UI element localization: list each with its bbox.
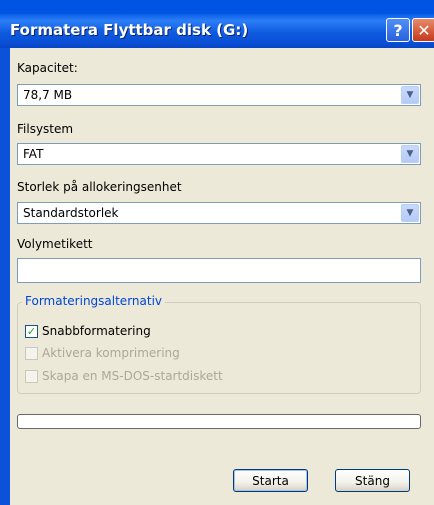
- quick-format-checkbox[interactable]: ✓: [25, 325, 38, 338]
- chevron-down-icon[interactable]: ▼: [401, 145, 419, 163]
- volume-label-input[interactable]: [17, 258, 421, 283]
- chevron-down-icon[interactable]: ▼: [401, 86, 419, 104]
- filesystem-label: Filsystem: [17, 122, 74, 136]
- capacity-value: 78,7 MB: [23, 88, 73, 102]
- capacity-label: Kapacitet:: [17, 61, 78, 75]
- volume-label-label: Volymetikett: [17, 237, 93, 251]
- close-button[interactable]: Stäng: [335, 469, 410, 492]
- window-left-border: [0, 48, 10, 505]
- title-bar[interactable]: Formatera Flyttbar disk (G:) ? ✕: [0, 14, 434, 48]
- filesystem-dropdown[interactable]: FAT ▼: [17, 143, 421, 165]
- enable-compression-checkbox: [25, 347, 38, 360]
- window-title: Formatera Flyttbar disk (G:): [10, 21, 249, 39]
- help-icon: ?: [393, 20, 403, 40]
- filesystem-value: FAT: [23, 147, 44, 161]
- enable-compression-label: Aktivera komprimering: [42, 346, 180, 360]
- chevron-down-icon[interactable]: ▼: [401, 204, 419, 222]
- msdos-startup-disk-checkbox: [25, 370, 38, 383]
- quick-format-label[interactable]: Snabbformatering: [42, 324, 151, 338]
- start-button[interactable]: Starta: [233, 469, 308, 492]
- allocation-size-label: Storlek på allokeringsenhet: [17, 180, 182, 194]
- msdos-startup-disk-label: Skapa en MS-DOS-startdiskett: [42, 369, 223, 383]
- capacity-dropdown[interactable]: 78,7 MB ▼: [17, 84, 421, 106]
- allocation-size-value: Standardstorlek: [23, 206, 119, 220]
- allocation-size-dropdown[interactable]: Standardstorlek ▼: [17, 202, 421, 224]
- format-options-title: Formateringsalternativ: [22, 294, 166, 308]
- close-icon: ✕: [417, 20, 431, 40]
- format-progress-bar: [17, 414, 421, 429]
- help-button[interactable]: ?: [386, 18, 410, 42]
- close-window-button[interactable]: ✕: [412, 18, 434, 42]
- checkmark-icon: ✓: [26, 325, 37, 338]
